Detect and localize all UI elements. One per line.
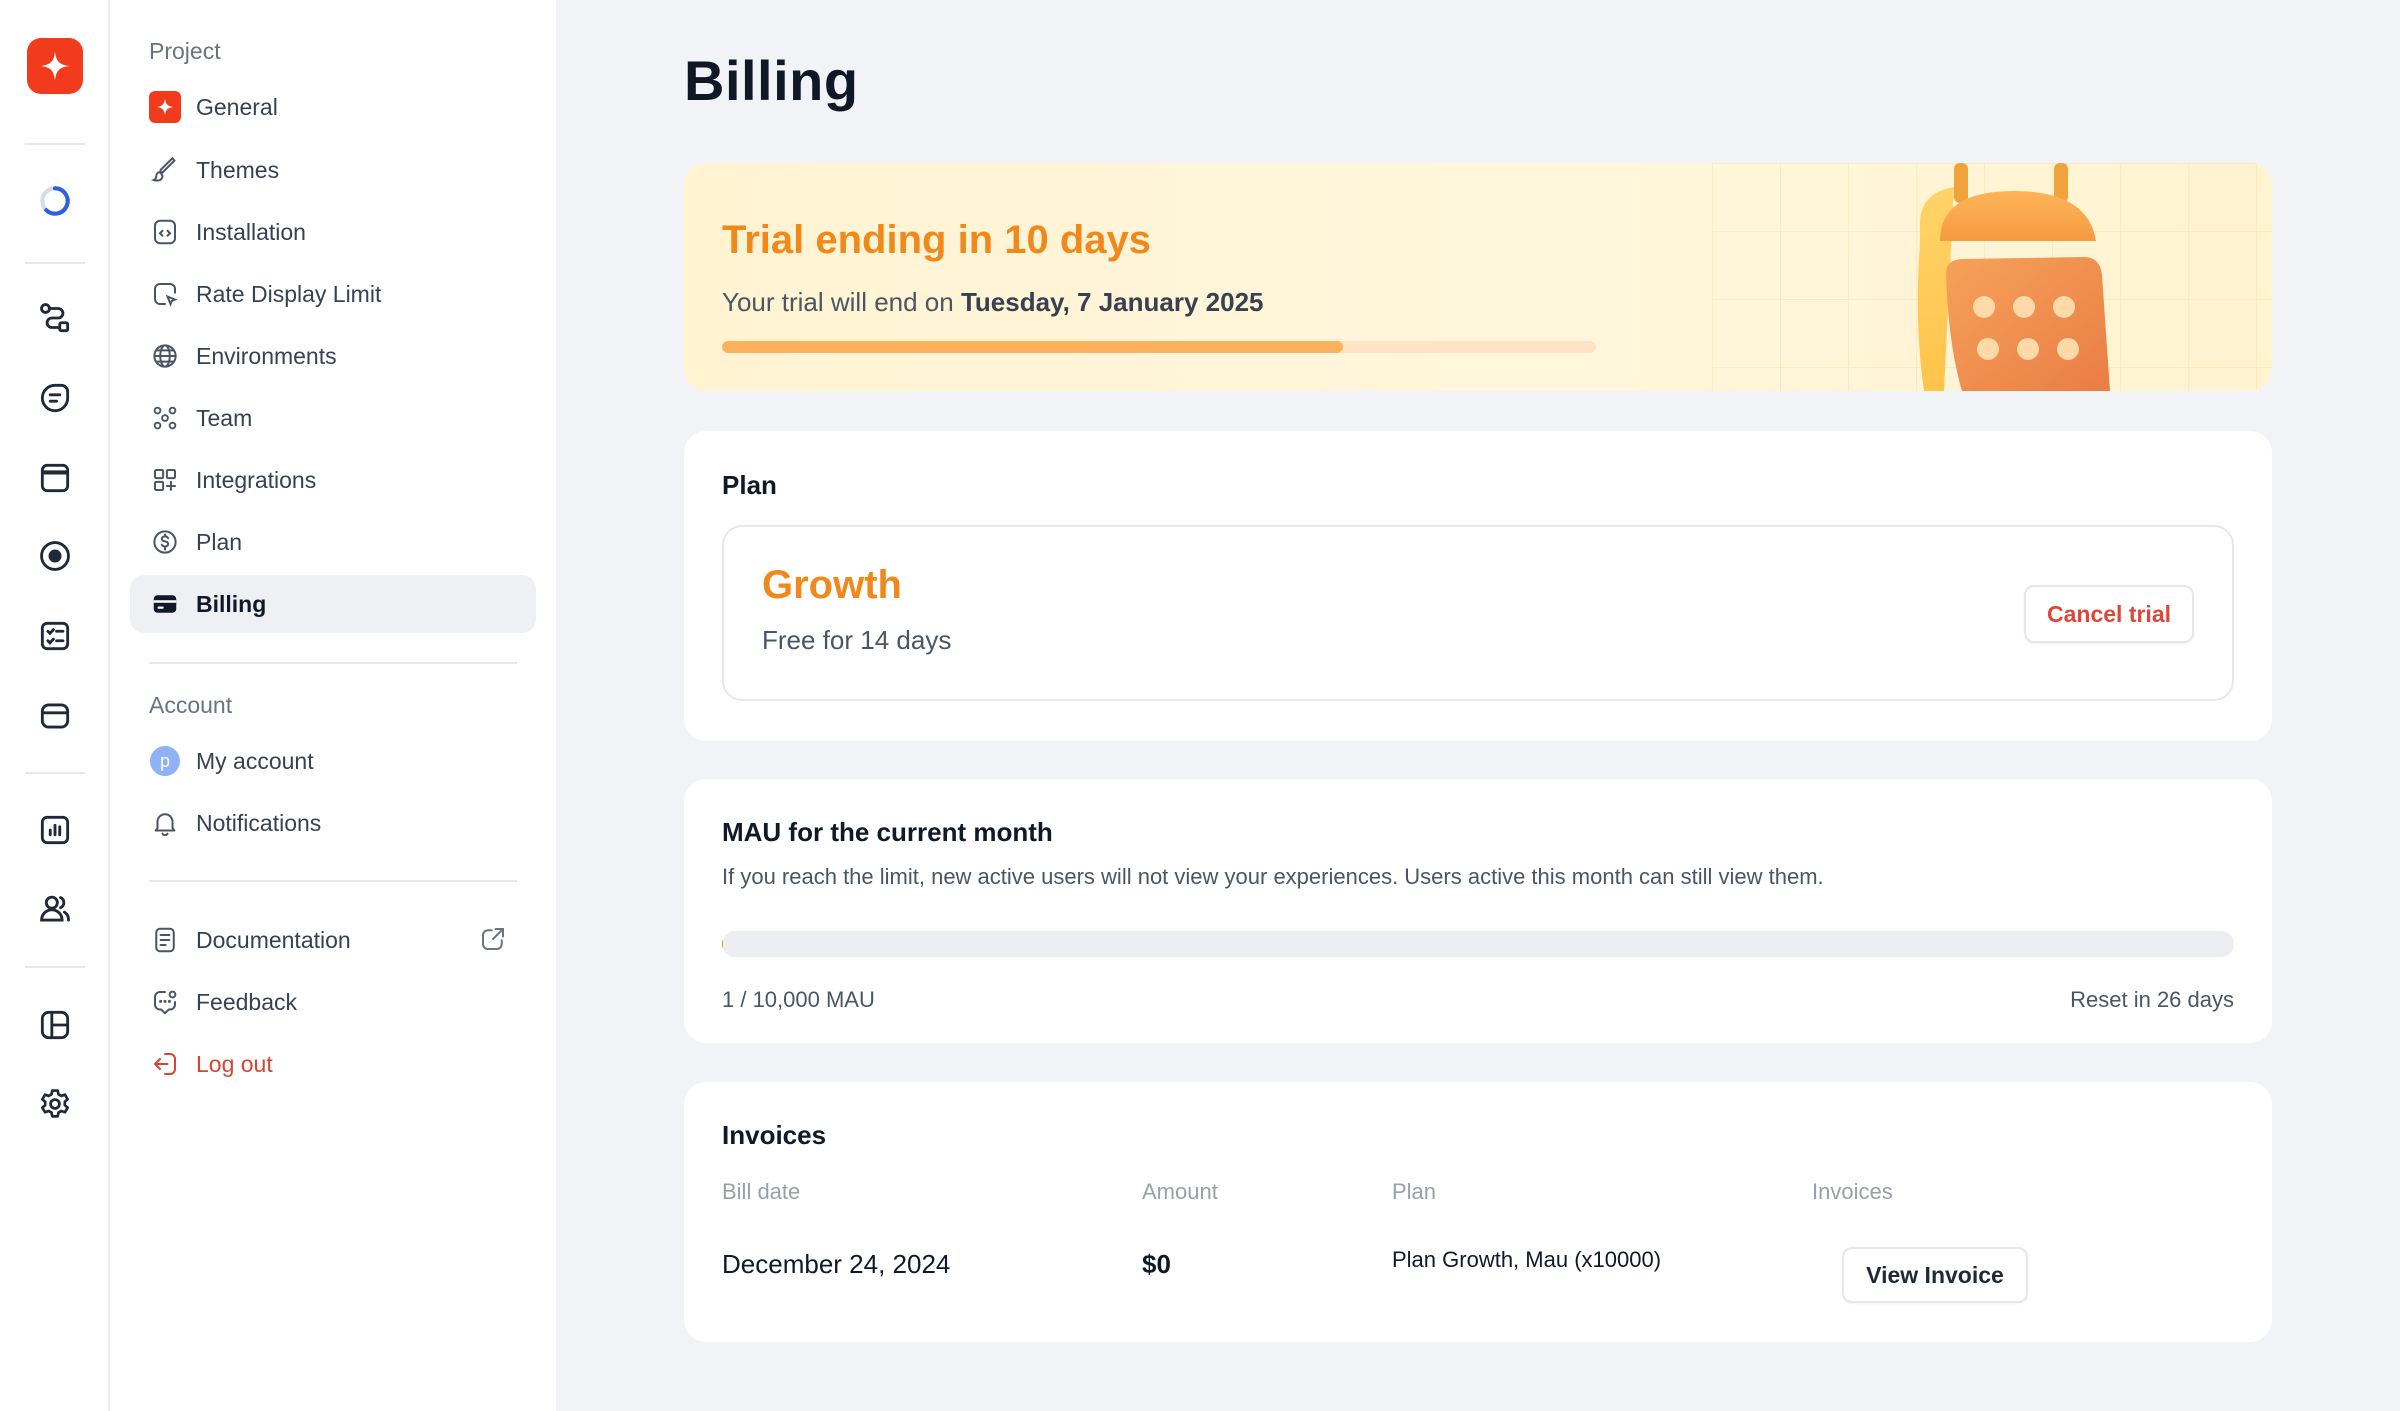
column-header-invoices: Invoices [1812,1179,1893,1204]
sidebar-item-label: Notifications [196,809,322,836]
mau-usage-text: 1 / 10,000 MAU [722,987,875,1012]
rail-divider [25,262,85,264]
settings-sidebar: Project General Themes Installation Rate… [110,0,556,1411]
sidebar-item-notifications[interactable]: Notifications [130,794,536,852]
sidebar-item-general[interactable]: General [130,78,536,136]
sidebar-item-documentation[interactable]: Documentation [130,911,536,969]
view-invoice-button[interactable]: View Invoice [1842,1247,2028,1303]
credit-card-icon [149,588,181,620]
sidebar-item-my-account[interactable]: p My account [130,732,536,790]
launchers-icon[interactable] [27,688,83,744]
sidebar-item-label: Plan [196,528,243,555]
sidebar-divider [149,880,517,882]
team-icon [149,402,181,434]
sidebar-item-label: Installation [196,218,306,245]
trial-progress-bar [722,341,1596,353]
tasks-icon[interactable] [27,608,83,664]
sidebar-item-label: Billing [196,590,267,617]
mau-usage-bar [722,931,2234,957]
loading-ring-icon[interactable] [27,173,83,229]
invoice-plan: Plan Growth, Mau (x10000) [1392,1247,1662,1272]
column-header-amount: Amount [1142,1179,1218,1204]
document-icon [149,924,181,956]
sidebar-item-label: Log out [196,1050,273,1077]
plan-card: Plan Growth Free for 14 days Cancel tria… [684,431,2272,741]
sidebar-divider [149,662,517,664]
cancel-trial-button[interactable]: Cancel trial [2024,585,2194,643]
banners-icon[interactable] [27,450,83,506]
analytics-icon[interactable] [27,802,83,858]
trial-subtitle: Your trial will end on Tuesday, 7 Januar… [722,287,1264,318]
sidebar-item-label: Integrations [196,466,317,493]
rail-divider [25,143,85,145]
trial-progress-fill [722,341,1343,353]
account-section-title: Account [149,692,233,718]
mau-description: If you reach the limit, new active users… [722,864,1824,889]
sidebar-item-label: My account [196,747,314,774]
mau-card: MAU for the current month If you reach t… [684,779,2272,1043]
users-icon[interactable] [27,881,83,937]
paintbrush-icon [149,154,181,186]
bell-icon [149,807,181,839]
column-header-plan: Plan [1392,1179,1437,1204]
globe-icon [149,340,181,372]
logout-icon [149,1048,181,1080]
icon-rail [0,0,110,1411]
sidebar-item-feedback[interactable]: Feedback [130,973,536,1031]
sidebar-item-label: General [196,93,278,120]
target-icon[interactable] [27,528,83,584]
rail-divider [25,966,85,968]
sidebar-item-installation[interactable]: Installation [130,203,536,261]
sidebar-item-logout[interactable]: Log out [130,1035,536,1093]
plan-name: Growth [762,563,902,607]
avatar-initial: p [150,746,180,776]
sidebar-item-themes[interactable]: Themes [130,141,536,199]
project-section-title: Project [149,38,221,64]
page-title: Billing [684,49,859,112]
checklists-icon[interactable] [27,370,83,426]
invoices-heading: Invoices [722,1120,827,1150]
external-link-icon [482,928,504,950]
sidebar-item-integrations[interactable]: Integrations [130,451,536,509]
trial-end-date: Tuesday, 7 January 2025 [960,287,1264,317]
invoice-bill-date: December 24, 2024 [722,1249,951,1279]
billing-page: Billing Trial ending in 10 days Your tri… [556,0,2400,1411]
app-logo-icon[interactable] [27,38,83,94]
mau-heading: MAU for the current month [722,817,1053,847]
sidebar-item-team[interactable]: Team [130,389,536,447]
feedback-chat-icon [149,986,181,1018]
rail-divider [25,772,85,774]
code-file-icon [149,216,181,248]
sidebar-item-billing[interactable]: Billing [130,575,536,633]
avatar: p [149,745,181,777]
invoices-card: Invoices Bill date Amount Plan Invoices … [684,1082,2272,1342]
trial-subtitle-prefix: Your trial will end on [722,287,961,317]
column-header-bill-date: Bill date [722,1179,801,1204]
calendar-illustration-icon [1917,163,2110,391]
settings-gear-icon[interactable] [27,1076,83,1132]
sidebar-item-label: Rate Display Limit [196,280,382,307]
sidebar-item-label: Feedback [196,988,298,1015]
mau-reset-text: Reset in 26 days [2070,987,2234,1012]
dollar-circle-icon [149,526,181,558]
sidebar-item-label: Themes [196,156,280,183]
invoice-amount: $0 [1142,1249,1171,1279]
trial-banner: Trial ending in 10 days Your trial will … [684,163,2272,391]
trial-title: Trial ending in 10 days [722,218,1152,262]
sidebar-item-environments[interactable]: Environments [130,327,536,385]
sidebar-item-label: Documentation [196,926,351,953]
integrations-icon [149,464,181,496]
sidebar-item-label: Team [196,404,253,431]
plan-heading: Plan [722,470,777,500]
sidebar-item-plan[interactable]: Plan [130,513,536,571]
flows-icon[interactable] [27,290,83,346]
rate-limit-icon [149,278,181,310]
plan-box: Growth Free for 14 days Cancel trial [722,525,2234,701]
layout-icon[interactable] [27,997,83,1053]
plan-description: Free for 14 days [762,625,952,655]
general-brand-icon [149,91,181,123]
sidebar-item-rate-display-limit[interactable]: Rate Display Limit [130,265,536,323]
sidebar-item-label: Environments [196,342,337,369]
